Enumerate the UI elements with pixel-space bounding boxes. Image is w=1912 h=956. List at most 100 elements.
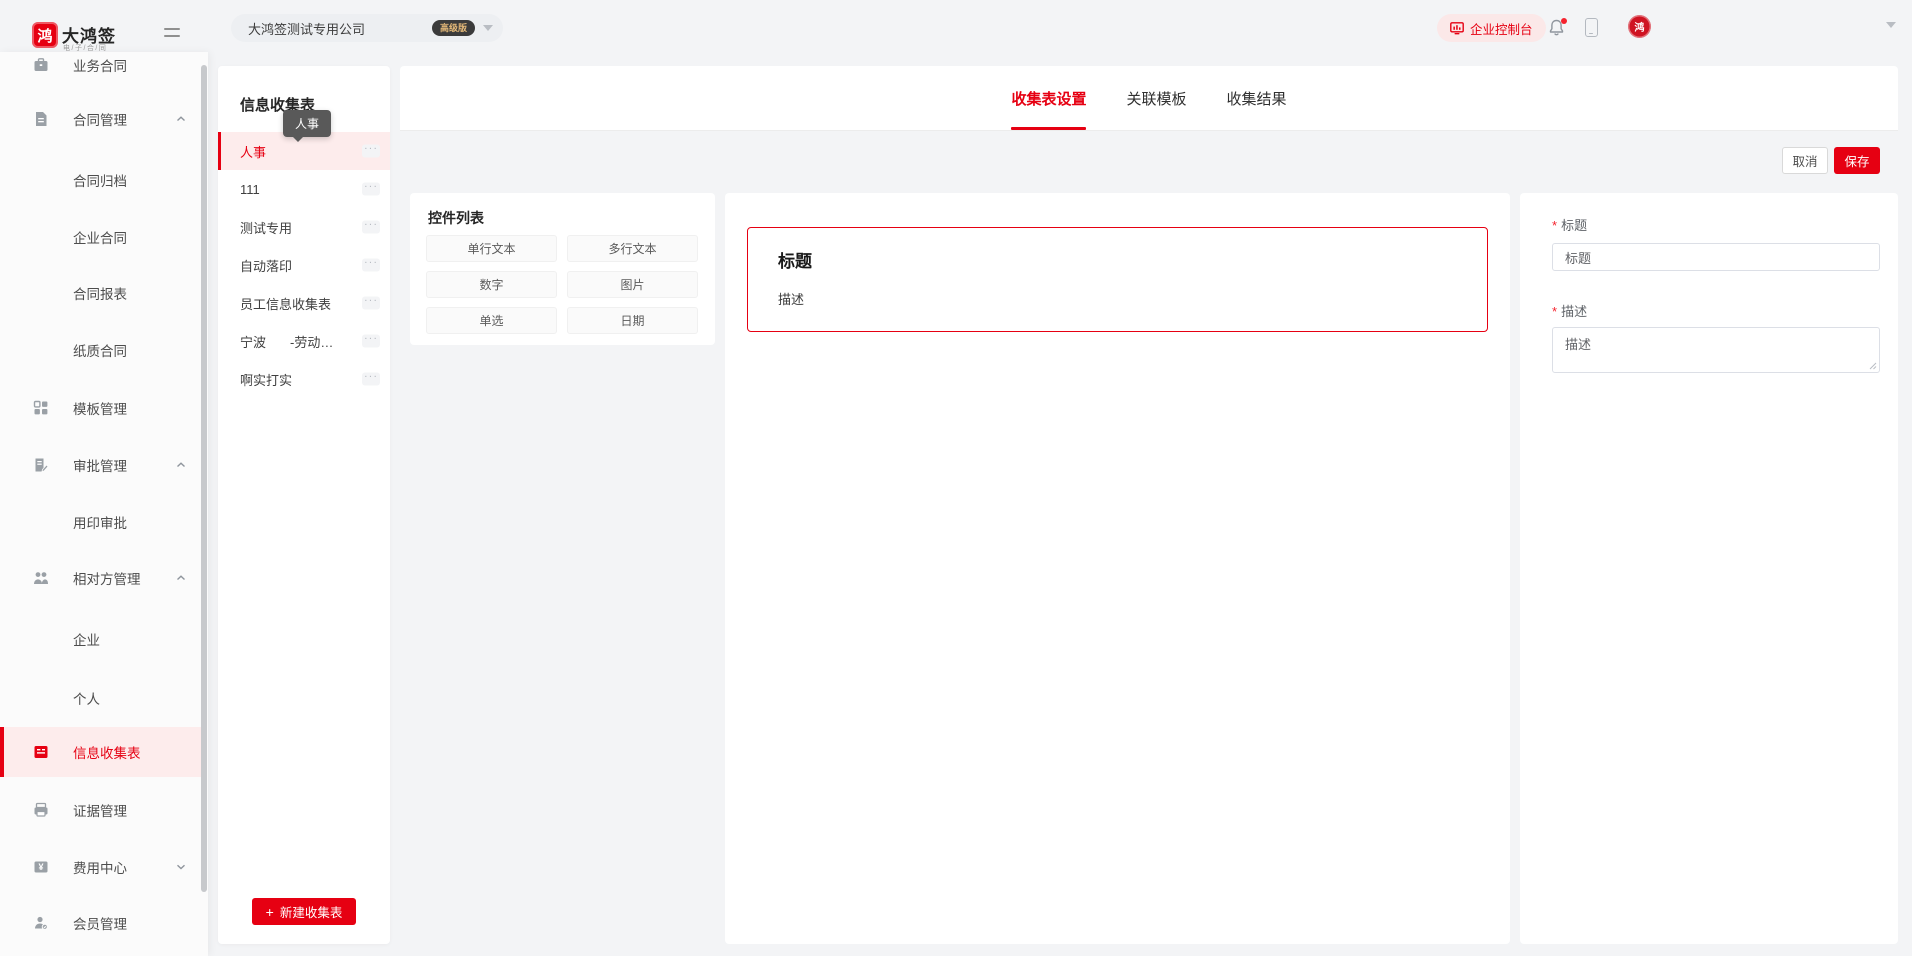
tab-strip: 收集表设置 关联模板 收集结果 (400, 66, 1898, 131)
collection-item-111[interactable]: 111 ··· (218, 170, 390, 208)
sidebar-scrollbar[interactable] (201, 65, 207, 892)
sidebar-item-label: 模板管理 (73, 398, 127, 418)
required-mark: * (1552, 218, 1557, 233)
properties-panel: *标题 *描述 描述 (1520, 193, 1898, 944)
sidebar-item-label: 相对方管理 (73, 568, 141, 588)
sidebar-item-label: 企业合同 (73, 227, 127, 247)
plan-badge: 高级版 (432, 20, 475, 36)
form-icon (33, 744, 49, 760)
tooltip: 人事 (283, 110, 331, 137)
sidebar-item-evidence-management[interactable]: 证据管理 (0, 790, 202, 830)
sidebar-item-label: 费用中心 (73, 857, 127, 877)
member-icon (33, 915, 49, 931)
company-name: 大鸿签测试专用公司 (248, 19, 365, 38)
sidebar-item-label: 会员管理 (73, 913, 127, 933)
evidence-icon (33, 802, 49, 818)
description-textarea[interactable]: 描述 (1552, 327, 1880, 373)
collection-list-panel: 信息收集表 人事 ··· 111 ··· 测试专用 ··· 自动落印 ··· 员… (218, 66, 390, 944)
form-description-preview: 描述 (778, 289, 804, 308)
sidebar-item-label: 审批管理 (73, 455, 127, 475)
widget-grid: 单行文本 多行文本 数字 图片 单选 日期 (426, 235, 698, 334)
approval-icon (33, 457, 49, 473)
company-selector[interactable]: 大鸿签测试专用公司 高级版 (231, 14, 503, 42)
collection-item-label: 测试专用 (240, 218, 292, 237)
widget-number[interactable]: 数字 (426, 271, 557, 298)
app-root: 鸿 大鸿签 电/子/合/同 大鸿签测试专用公司 高级版 企业控制台 (0, 0, 1912, 956)
enterprise-console-button[interactable]: 企业控制台 (1437, 14, 1546, 42)
sidebar-item-counterparty-management[interactable]: 相对方管理 (0, 558, 202, 598)
tab-collection-results[interactable]: 收集结果 (1227, 66, 1287, 130)
more-actions-button[interactable]: ··· (362, 259, 380, 272)
tab-linked-templates[interactable]: 关联模板 (1126, 66, 1186, 130)
console-button-label: 企业控制台 (1470, 19, 1533, 38)
sidebar-item-member-management[interactable]: 会员管理 (0, 903, 202, 943)
widget-single-choice[interactable]: 单选 (426, 307, 557, 334)
more-actions-button[interactable]: ··· (362, 335, 380, 348)
chevron-up-icon (176, 115, 186, 123)
new-collection-label: 新建收集表 (280, 902, 343, 921)
sidebar-item-template-management[interactable]: 模板管理 (0, 388, 202, 428)
form-canvas: 标题 描述 (725, 193, 1510, 944)
more-actions-button[interactable]: ··· (362, 183, 380, 196)
sidebar: 业务合同 合同管理 合同归档 企业合同 合同报表 纸质合同 (0, 52, 208, 956)
collection-item-ceshi[interactable]: 测试专用 ··· (218, 208, 390, 246)
mobile-app-button[interactable] (1585, 18, 1598, 37)
sidebar-item-label: 用印审批 (73, 512, 127, 532)
title-input[interactable] (1552, 243, 1880, 271)
sidebar-item-contract-report[interactable]: 合同报表 (0, 273, 202, 313)
document-icon (33, 111, 49, 127)
sidebar-item-label: 合同报表 (73, 283, 127, 303)
collection-item-label: 员工信息收集表 (240, 294, 331, 313)
required-mark: * (1552, 304, 1557, 319)
more-actions-button[interactable]: ··· (362, 373, 380, 386)
sidebar-item-enterprise[interactable]: 企业 (0, 619, 202, 659)
sidebar-item-personal[interactable]: 个人 (0, 678, 202, 718)
hamburger-icon[interactable] (164, 28, 180, 37)
description-field-label: *描述 (1552, 301, 1587, 320)
sidebar-item-approval-management[interactable]: 审批管理 (0, 445, 202, 485)
fee-icon: ¥ (33, 859, 49, 875)
collection-item-label: 111 (240, 182, 260, 197)
collection-item-label: 人事 (240, 142, 266, 161)
collection-item-yuangong[interactable]: 员工信息收集表 ··· (218, 284, 390, 322)
widget-image[interactable]: 图片 (567, 271, 698, 298)
sidebar-item-paper-contract[interactable]: 纸质合同 (0, 330, 202, 370)
sidebar-item-enterprise-contract[interactable]: 企业合同 (0, 217, 202, 257)
sidebar-item-contract-archive[interactable]: 合同归档 (0, 160, 202, 200)
sidebar-item-fee-center[interactable]: ¥ 费用中心 (0, 847, 202, 887)
sidebar-item-info-collection-form[interactable]: 信息收集表 (0, 727, 202, 777)
dropdown-caret-icon (483, 25, 493, 31)
title-field-label: *标题 (1552, 215, 1587, 234)
form-header-block[interactable]: 标题 描述 (747, 227, 1488, 332)
sidebar-item-seal-approval[interactable]: 用印审批 (0, 502, 202, 542)
more-actions-button[interactable]: ··· (362, 297, 380, 310)
chevron-up-icon (176, 574, 186, 582)
sidebar-item-label: 合同归档 (73, 170, 127, 190)
collection-item-label: 宁波-劳动… (240, 332, 333, 351)
collection-item-ningbo[interactable]: 宁波-劳动… ··· (218, 322, 390, 360)
notification-dot (1561, 18, 1567, 24)
sidebar-item-business-contract[interactable]: 业务合同 (0, 52, 202, 85)
user-avatar[interactable]: 鸿 (1628, 15, 1651, 38)
collection-item-ashidashi[interactable]: 啊实打实 ··· (218, 360, 390, 398)
sidebar-item-label: 信息收集表 (73, 742, 141, 762)
save-button[interactable]: 保存 (1834, 147, 1880, 174)
new-collection-button[interactable]: + 新建收集表 (252, 898, 356, 925)
more-actions-button[interactable]: ··· (362, 145, 380, 158)
sidebar-item-label: 证据管理 (73, 800, 127, 820)
notification-bell-button[interactable] (1549, 19, 1567, 37)
collection-item-renshi[interactable]: 人事 ··· (218, 132, 390, 170)
tab-collection-settings[interactable]: 收集表设置 (1011, 66, 1086, 130)
cancel-button[interactable]: 取消 (1782, 147, 1828, 174)
sidebar-item-contract-management[interactable]: 合同管理 (0, 99, 202, 139)
console-monitor-icon (1450, 22, 1464, 35)
widget-single-line-text[interactable]: 单行文本 (426, 235, 557, 262)
more-actions-button[interactable]: ··· (362, 221, 380, 234)
widget-multi-line-text[interactable]: 多行文本 (567, 235, 698, 262)
brand-logo-icon: 鸿 (32, 22, 58, 48)
collection-item-label: 啊实打实 (240, 370, 292, 389)
widget-palette: 控件列表 单行文本 多行文本 数字 图片 单选 日期 (410, 193, 715, 345)
user-caret-icon[interactable] (1886, 28, 1896, 46)
collection-item-zidongluoyin[interactable]: 自动落印 ··· (218, 246, 390, 284)
widget-date[interactable]: 日期 (567, 307, 698, 334)
